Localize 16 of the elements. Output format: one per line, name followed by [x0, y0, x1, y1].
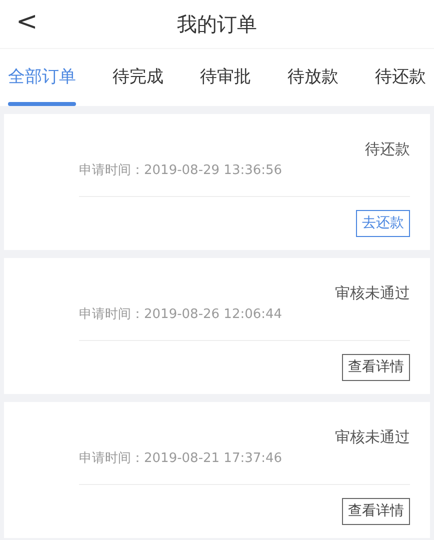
apply-time: 申请时间：2019-08-26 12:06:44	[79, 306, 284, 324]
details-button[interactable]: 查看详情	[342, 498, 410, 525]
tab[interactable]: 待还款	[375, 49, 426, 106]
order-status: 审核未通过	[334, 427, 410, 448]
apply-time: 申请时间：2019-08-29 13:36:56	[79, 162, 284, 180]
repay-button[interactable]: 去还款	[356, 210, 410, 237]
tab[interactable]: 全部订单	[8, 49, 76, 106]
apply-time: 申请时间：2019-08-21 17:37:46	[79, 450, 284, 468]
tab[interactable]: 待完成	[112, 49, 164, 106]
details-button[interactable]: 查看详情	[342, 354, 410, 381]
tab[interactable]: 待审批	[200, 49, 251, 106]
back-button[interactable]: <	[10, 4, 44, 40]
order-status: 待还款	[364, 139, 410, 160]
page-title: 我的订单	[177, 11, 257, 38]
order-status: 审核未通过	[334, 283, 410, 304]
tab[interactable]: 待放款	[288, 49, 338, 106]
